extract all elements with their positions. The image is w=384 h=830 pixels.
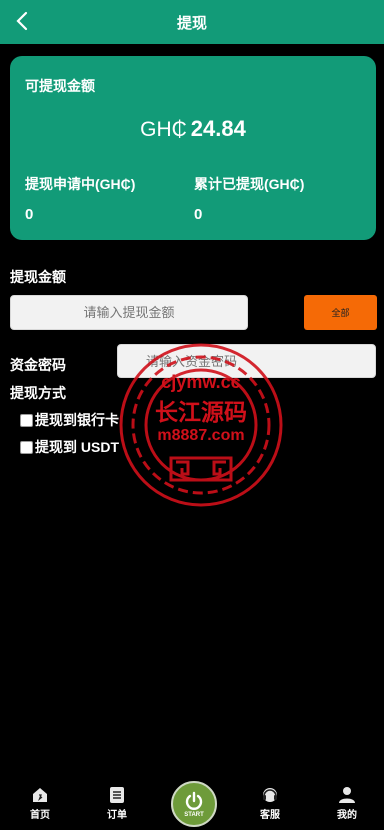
available-label: 可提现金额 xyxy=(25,78,95,94)
amount-input[interactable] xyxy=(10,295,248,330)
usdt-option-label: 提现到 USDT xyxy=(35,439,119,455)
method-bank-option[interactable]: 提现到银行卡 xyxy=(20,410,119,430)
all-button[interactable]: 全部 xyxy=(304,295,377,330)
available-amount: GH₵ 24.84 xyxy=(10,116,376,142)
bank-option-label: 提现到银行卡 xyxy=(35,412,119,428)
amount-value: 24.84 xyxy=(190,116,246,141)
tab-service-label: 客服 xyxy=(260,810,280,821)
tab-profile[interactable]: 我的 xyxy=(317,786,377,821)
tab-home[interactable]: 首页 xyxy=(10,786,70,821)
watermark-line2: 长江源码 xyxy=(155,400,247,426)
method-usdt-option[interactable]: 提现到 USDT xyxy=(20,437,119,457)
pending-value: 0 xyxy=(25,206,34,223)
amount-label: 提现金额 xyxy=(10,269,66,285)
withdrawn-value: 0 xyxy=(194,206,203,223)
watermark-line3: m8887.com xyxy=(157,427,244,444)
order-icon xyxy=(110,787,124,803)
power-icon xyxy=(185,791,203,810)
chevron-left-icon xyxy=(16,11,28,31)
withdrawn-label: 累计已提现(GH₵) xyxy=(194,176,305,192)
bank-checkbox[interactable] xyxy=(20,413,33,427)
pending-label: 提现申请中(GH₵) xyxy=(25,176,136,192)
tab-orders[interactable]: 订单 xyxy=(87,786,147,821)
method-label: 提现方式 xyxy=(10,385,66,401)
tab-profile-label: 我的 xyxy=(337,810,357,821)
home-icon xyxy=(33,788,47,802)
password-label: 资金密码 xyxy=(10,357,66,373)
headset-icon xyxy=(263,788,277,802)
tab-home-label: 首页 xyxy=(30,810,50,821)
header-bar: 提现 xyxy=(0,0,384,44)
back-button[interactable] xyxy=(10,8,34,34)
page-title: 提现 xyxy=(176,14,207,32)
tab-service[interactable]: 客服 xyxy=(240,786,300,821)
start-label: START xyxy=(184,811,204,818)
usdt-checkbox[interactable] xyxy=(20,440,33,454)
start-button[interactable]: START xyxy=(171,781,217,827)
tab-orders-label: 订单 xyxy=(107,810,127,821)
balance-card: 可提现金额 GH₵ 24.84 提现申请中(GH₵) 累计已提现(GH₵) 0 0 xyxy=(10,56,376,240)
user-icon xyxy=(339,787,355,803)
currency-symbol: GH₵ xyxy=(140,118,187,141)
password-input[interactable] xyxy=(117,344,376,378)
